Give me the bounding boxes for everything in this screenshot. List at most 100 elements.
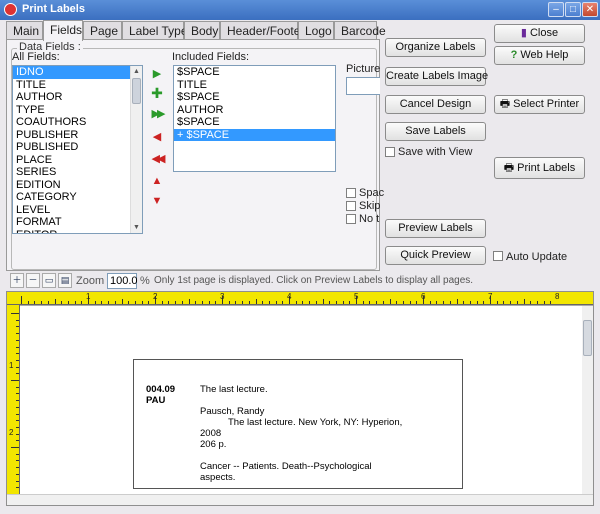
- option-label-2: Skip: [359, 200, 381, 212]
- preview-vertical-scrollbar[interactable]: [582, 306, 593, 495]
- ruler-tick: [389, 299, 391, 304]
- web-help-button[interactable]: ? Web Help: [494, 46, 585, 65]
- label-pages: 206 p.: [200, 439, 227, 450]
- ruler-tick: [128, 301, 130, 304]
- save-with-view-checkbox[interactable]: [385, 147, 395, 157]
- all-field-item[interactable]: PLACE: [13, 154, 142, 167]
- tab-body[interactable]: Body: [184, 21, 220, 39]
- all-field-item[interactable]: SERIES: [13, 166, 142, 179]
- ruler-tick: [195, 301, 197, 304]
- scroll-down-icon[interactable]: ▼: [131, 222, 142, 233]
- move-down-icon[interactable]: ▼: [149, 193, 165, 209]
- all-fields-scrollbar[interactable]: ▲ ▼: [130, 66, 142, 233]
- fit-width-icon[interactable]: ▭: [42, 273, 56, 288]
- add-all-icon[interactable]: ▶▶: [149, 106, 166, 122]
- all-field-item[interactable]: EDITOR: [13, 229, 142, 234]
- select-printer-button[interactable]: 🖶 Select Printer: [494, 95, 585, 114]
- included-field-item[interactable]: $SPACE: [174, 91, 335, 104]
- close-button[interactable]: ▮ Close: [494, 24, 585, 43]
- picture-field[interactable]: [346, 77, 380, 95]
- tab-barcode[interactable]: Barcode: [334, 21, 386, 39]
- quick-preview-button[interactable]: Quick Preview: [385, 246, 486, 265]
- ruler-tick: [134, 301, 136, 304]
- close-window-button[interactable]: ✕: [582, 2, 598, 17]
- preview-info-text: Only 1st page is displayed. Click on Pre…: [154, 275, 474, 286]
- ruler-tick: [443, 301, 445, 304]
- included-field-item[interactable]: TITLE: [174, 79, 335, 92]
- ruler-tick: [16, 473, 19, 475]
- label-preview: 12345678 12 004.09 PAU The last lecture.…: [6, 291, 594, 506]
- all-field-item[interactable]: COAUTHORS: [13, 116, 142, 129]
- zoom-label: Zoom: [76, 275, 105, 287]
- all-field-item[interactable]: TITLE: [13, 79, 142, 92]
- print-labels-button[interactable]: 🖶 Print Labels: [494, 157, 585, 179]
- included-field-item[interactable]: AUTHOR: [174, 104, 335, 117]
- add-space-icon[interactable]: ✚: [149, 85, 165, 101]
- scroll-thumb[interactable]: [132, 78, 141, 104]
- tab-logo[interactable]: Logo: [298, 21, 334, 39]
- create-labels-image-button[interactable]: Create Labels Image: [385, 67, 488, 86]
- zoom-input[interactable]: 100.0: [107, 273, 138, 289]
- ruler-tick: [16, 346, 19, 348]
- all-field-item[interactable]: EDITION: [13, 179, 142, 192]
- ruler-tick: [349, 301, 351, 304]
- zoom-in-icon[interactable]: ＋: [10, 273, 24, 288]
- ruler-tick: [141, 301, 143, 304]
- vertical-ruler: 12: [7, 305, 20, 495]
- save-labels-button[interactable]: Save Labels: [385, 122, 486, 141]
- all-field-item[interactable]: LEVEL: [13, 204, 142, 217]
- all-field-item[interactable]: CATEGORY: [13, 191, 142, 204]
- move-up-icon[interactable]: ▲: [149, 173, 165, 189]
- ruler-tick: [248, 301, 250, 304]
- tab-page[interactable]: Page: [83, 21, 122, 39]
- fit-page-icon[interactable]: ▤: [58, 273, 72, 288]
- add-field-icon[interactable]: ▶: [149, 66, 165, 82]
- included-field-item[interactable]: $SPACE: [174, 66, 335, 79]
- all-field-item[interactable]: AUTHOR: [13, 91, 142, 104]
- ruler-tick: [114, 301, 116, 304]
- cancel-design-button[interactable]: Cancel Design: [385, 95, 486, 114]
- ruler-tick: [329, 301, 331, 304]
- remove-field-icon[interactable]: ◀: [149, 129, 165, 145]
- ruler-tick: [16, 413, 19, 415]
- organize-labels-button[interactable]: Organize Labels: [385, 38, 486, 57]
- minimize-button[interactable]: –: [548, 2, 564, 17]
- ruler-number: 2: [153, 292, 158, 301]
- preview-scroll-thumb[interactable]: [583, 320, 592, 356]
- included-fields-list[interactable]: $SPACE TITLE $SPACE AUTHOR $SPACE + $SPACE: [173, 65, 336, 172]
- preview-horizontal-scrollbar[interactable]: [7, 494, 593, 505]
- ruler-tick: [21, 296, 22, 304]
- ruler-number: 4: [287, 292, 292, 301]
- all-field-item[interactable]: PUBLISHED: [13, 141, 142, 154]
- all-field-item[interactable]: TYPE: [13, 104, 142, 117]
- tab-fields[interactable]: Fields: [43, 20, 83, 41]
- ruler-number: 8: [555, 292, 560, 301]
- zoom-out-icon[interactable]: －: [26, 273, 40, 288]
- ruler-tick: [16, 460, 19, 462]
- label-subjects: Cancer -- Patients. Death--Psychological: [200, 461, 372, 472]
- all-field-item[interactable]: PUBLISHER: [13, 129, 142, 142]
- door-icon: ▮: [520, 27, 527, 39]
- all-field-item[interactable]: IDNO: [13, 66, 142, 79]
- tab-main[interactable]: Main: [6, 21, 43, 39]
- option-checkbox-2[interactable]: [346, 201, 356, 211]
- tab-header-footer[interactable]: Header/Footer: [220, 21, 304, 39]
- auto-update-checkbox[interactable]: [493, 251, 503, 261]
- ruler-tick: [16, 406, 19, 408]
- ruler-tick: [16, 373, 19, 375]
- option-checkbox-1[interactable]: [346, 188, 356, 198]
- included-field-item[interactable]: $SPACE: [174, 116, 335, 129]
- all-field-item[interactable]: FORMAT: [13, 216, 142, 229]
- included-field-item[interactable]: + $SPACE: [174, 128, 335, 141]
- option-checkbox-3[interactable]: [346, 214, 356, 224]
- preview-labels-button[interactable]: Preview Labels: [385, 219, 486, 238]
- ruler-number: 2: [9, 428, 14, 437]
- remove-all-icon[interactable]: ◀◀: [149, 151, 166, 167]
- all-fields-list[interactable]: IDNO TITLE AUTHOR TYPE COAUTHORS PUBLISHER PUB…: [12, 65, 143, 234]
- scroll-up-icon[interactable]: ▲: [131, 66, 142, 77]
- ruler-tick: [496, 301, 498, 304]
- maximize-button[interactable]: □: [565, 2, 581, 17]
- ruler-tick: [228, 301, 230, 304]
- tab-label-type[interactable]: Label Type: [122, 21, 188, 39]
- ruler-tick: [16, 453, 19, 455]
